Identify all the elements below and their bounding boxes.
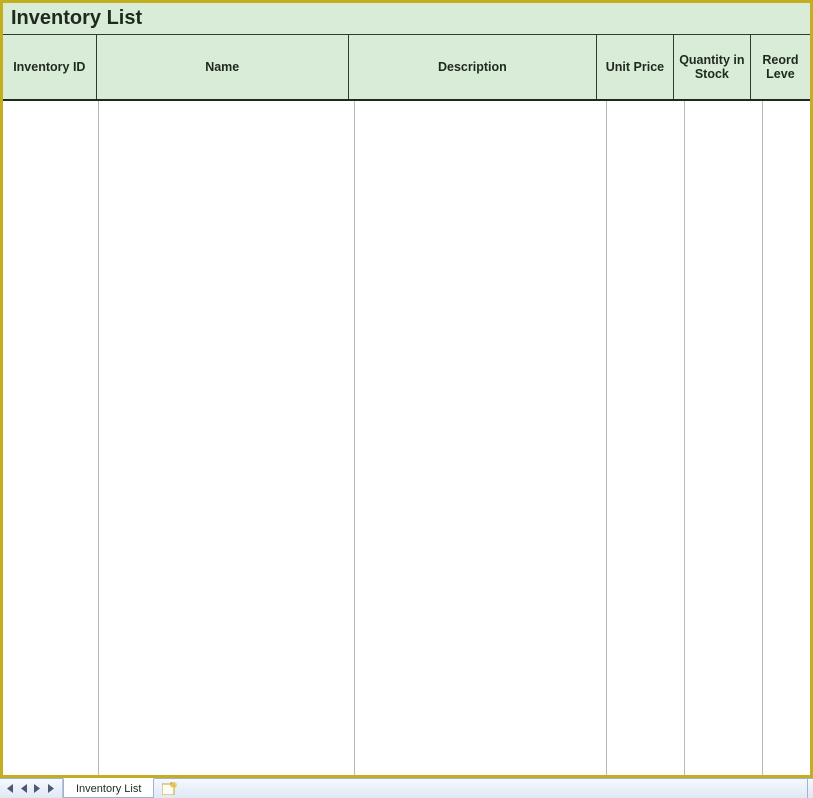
tab-bar-spacer	[186, 779, 807, 798]
sheet-tab-label: Inventory List	[76, 783, 141, 795]
horizontal-scroll-edge[interactable]	[807, 779, 813, 798]
column-divider	[354, 101, 355, 777]
sheet-title: Inventory List	[11, 7, 142, 29]
new-sheet-icon	[162, 782, 178, 795]
new-sheet-button[interactable]	[154, 779, 186, 798]
column-header-inventory-id[interactable]: Inventory ID	[3, 35, 97, 99]
spreadsheet-frame: Inventory List Inventory ID Name Descrip…	[0, 0, 813, 778]
column-header-name[interactable]: Name	[97, 35, 349, 99]
column-divider	[606, 101, 607, 777]
sheet-nav-buttons	[0, 779, 63, 798]
first-sheet-icon[interactable]	[4, 783, 14, 795]
column-header-unit-price[interactable]: Unit Price	[597, 35, 674, 99]
column-header-description[interactable]: Description	[349, 35, 597, 99]
column-divider	[98, 101, 99, 777]
next-sheet-icon[interactable]	[32, 783, 42, 795]
data-grid-body[interactable]	[3, 101, 810, 777]
column-divider	[762, 101, 763, 777]
column-divider	[684, 101, 685, 777]
sheet-tab-bar: Inventory List	[0, 778, 813, 798]
column-header-reorder-level[interactable]: Reord Leve	[751, 35, 810, 99]
sheet-title-bar: Inventory List	[3, 3, 810, 35]
sheet-tab-inventory-list[interactable]: Inventory List	[63, 778, 154, 798]
column-header-quantity-in-stock[interactable]: Quantity in Stock	[674, 35, 751, 99]
last-sheet-icon[interactable]	[46, 783, 56, 795]
column-header-row: Inventory ID Name Description Unit Price…	[3, 35, 810, 101]
prev-sheet-icon[interactable]	[18, 783, 28, 795]
